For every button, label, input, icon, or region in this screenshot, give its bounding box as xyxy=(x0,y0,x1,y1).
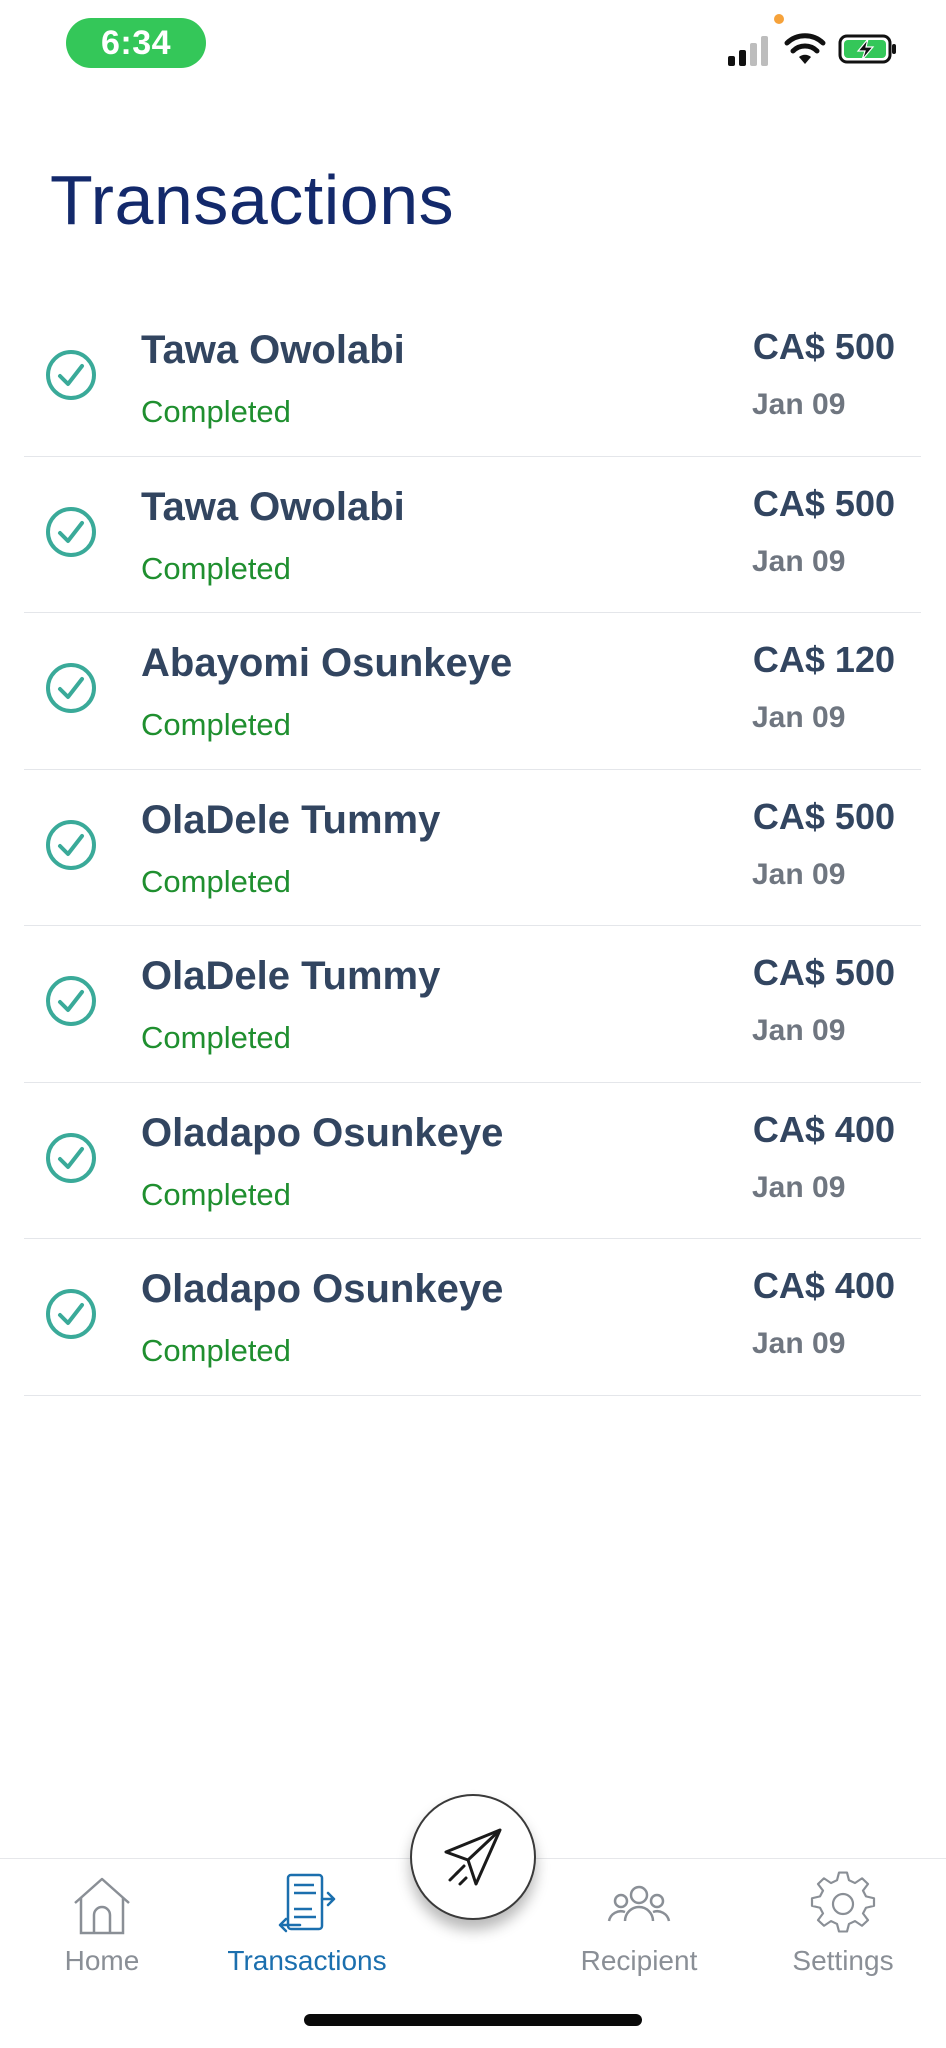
amount: CA$ 120 xyxy=(752,639,895,680)
check-circle-icon xyxy=(46,819,96,870)
status-label: Completed xyxy=(141,394,291,429)
status-label: Completed xyxy=(141,1176,291,1212)
transaction-row[interactable]: OlaDele Tummy Completed CA$ 500 Jan 09 xyxy=(24,770,921,926)
cellular-signal-icon xyxy=(728,36,768,66)
tab-recipient-label: Recipient xyxy=(580,1945,698,1976)
tab-home[interactable]: Home xyxy=(2,1859,202,1979)
check-circle-icon xyxy=(46,1289,96,1339)
date: Jan 09 xyxy=(752,701,846,734)
amount: CA$ 500 xyxy=(752,326,895,367)
transactions-list: Tawa Owolabi Completed CA$ 500 Jan 09 Ta… xyxy=(24,300,921,1396)
transaction-row[interactable]: Tawa Owolabi Completed CA$ 500 Jan 09 xyxy=(24,300,921,457)
settings-icon xyxy=(810,1871,876,1933)
recipient-name: Oladapo Osunkeye xyxy=(141,1267,504,1311)
amount: CA$ 500 xyxy=(752,482,895,524)
status-label: Completed xyxy=(141,707,291,742)
tab-transactions-label: Transactions xyxy=(227,1945,387,1976)
check-circle-icon xyxy=(46,663,96,713)
status-bar: 6:34 xyxy=(0,0,946,96)
date: Jan 09 xyxy=(752,1014,846,1047)
tab-home-label: Home xyxy=(64,1945,140,1976)
transaction-row[interactable]: Tawa Owolabi Completed CA$ 500 Jan 09 xyxy=(24,457,921,613)
check-circle-icon xyxy=(46,506,96,557)
recipient-name: Oladapo Osunkeye xyxy=(141,1110,504,1155)
date: Jan 09 xyxy=(752,1327,846,1360)
tab-transactions[interactable]: Transactions xyxy=(207,1859,407,1979)
check-circle-icon xyxy=(46,350,96,400)
recipient-name: OlaDele Tummy xyxy=(141,954,441,998)
transaction-row[interactable]: OlaDele Tummy Completed CA$ 500 Jan 09 xyxy=(24,926,921,1083)
page-title: Transactions xyxy=(50,161,455,239)
transactions-icon xyxy=(278,1873,336,1933)
recipient-name: OlaDele Tummy xyxy=(141,797,441,842)
transaction-row[interactable]: Abayomi Osunkeye Completed CA$ 120 Jan 0… xyxy=(24,613,921,770)
paper-plane-icon xyxy=(444,1828,502,1886)
recipient-name: Tawa Owolabi xyxy=(141,328,405,372)
amount: CA$ 500 xyxy=(752,795,895,837)
date: Jan 09 xyxy=(752,857,846,891)
amount: CA$ 500 xyxy=(752,952,895,993)
recipient-icon xyxy=(607,1885,671,1922)
home-indicator xyxy=(304,2014,642,2026)
status-time: 6:34 xyxy=(66,18,206,68)
status-label: Completed xyxy=(141,1020,291,1055)
status-label: Completed xyxy=(141,863,291,899)
amount: CA$ 400 xyxy=(752,1265,895,1306)
tab-recipient[interactable]: Recipient xyxy=(539,1859,739,1979)
date: Jan 09 xyxy=(752,388,846,421)
tab-settings-label: Settings xyxy=(792,1945,894,1976)
wifi-icon xyxy=(784,33,826,64)
recipient-name: Tawa Owolabi xyxy=(141,484,405,529)
home-icon xyxy=(74,1877,130,1935)
transaction-row[interactable]: Oladapo Osunkeye Completed CA$ 400 Jan 0… xyxy=(24,1083,921,1239)
amount: CA$ 400 xyxy=(752,1108,895,1150)
transaction-row[interactable]: Oladapo Osunkeye Completed CA$ 400 Jan 0… xyxy=(24,1239,921,1396)
date: Jan 09 xyxy=(752,1170,846,1204)
recipient-name: Abayomi Osunkeye xyxy=(141,641,513,685)
status-label: Completed xyxy=(141,550,291,586)
check-circle-icon xyxy=(46,1132,96,1183)
status-label: Completed xyxy=(141,1333,291,1368)
tab-settings[interactable]: Settings xyxy=(743,1859,943,1979)
check-circle-icon xyxy=(46,976,96,1026)
privacy-indicator-dot xyxy=(774,14,784,24)
battery-charging-icon xyxy=(838,34,896,64)
date: Jan 09 xyxy=(752,544,846,578)
send-money-button[interactable] xyxy=(410,1794,536,1920)
